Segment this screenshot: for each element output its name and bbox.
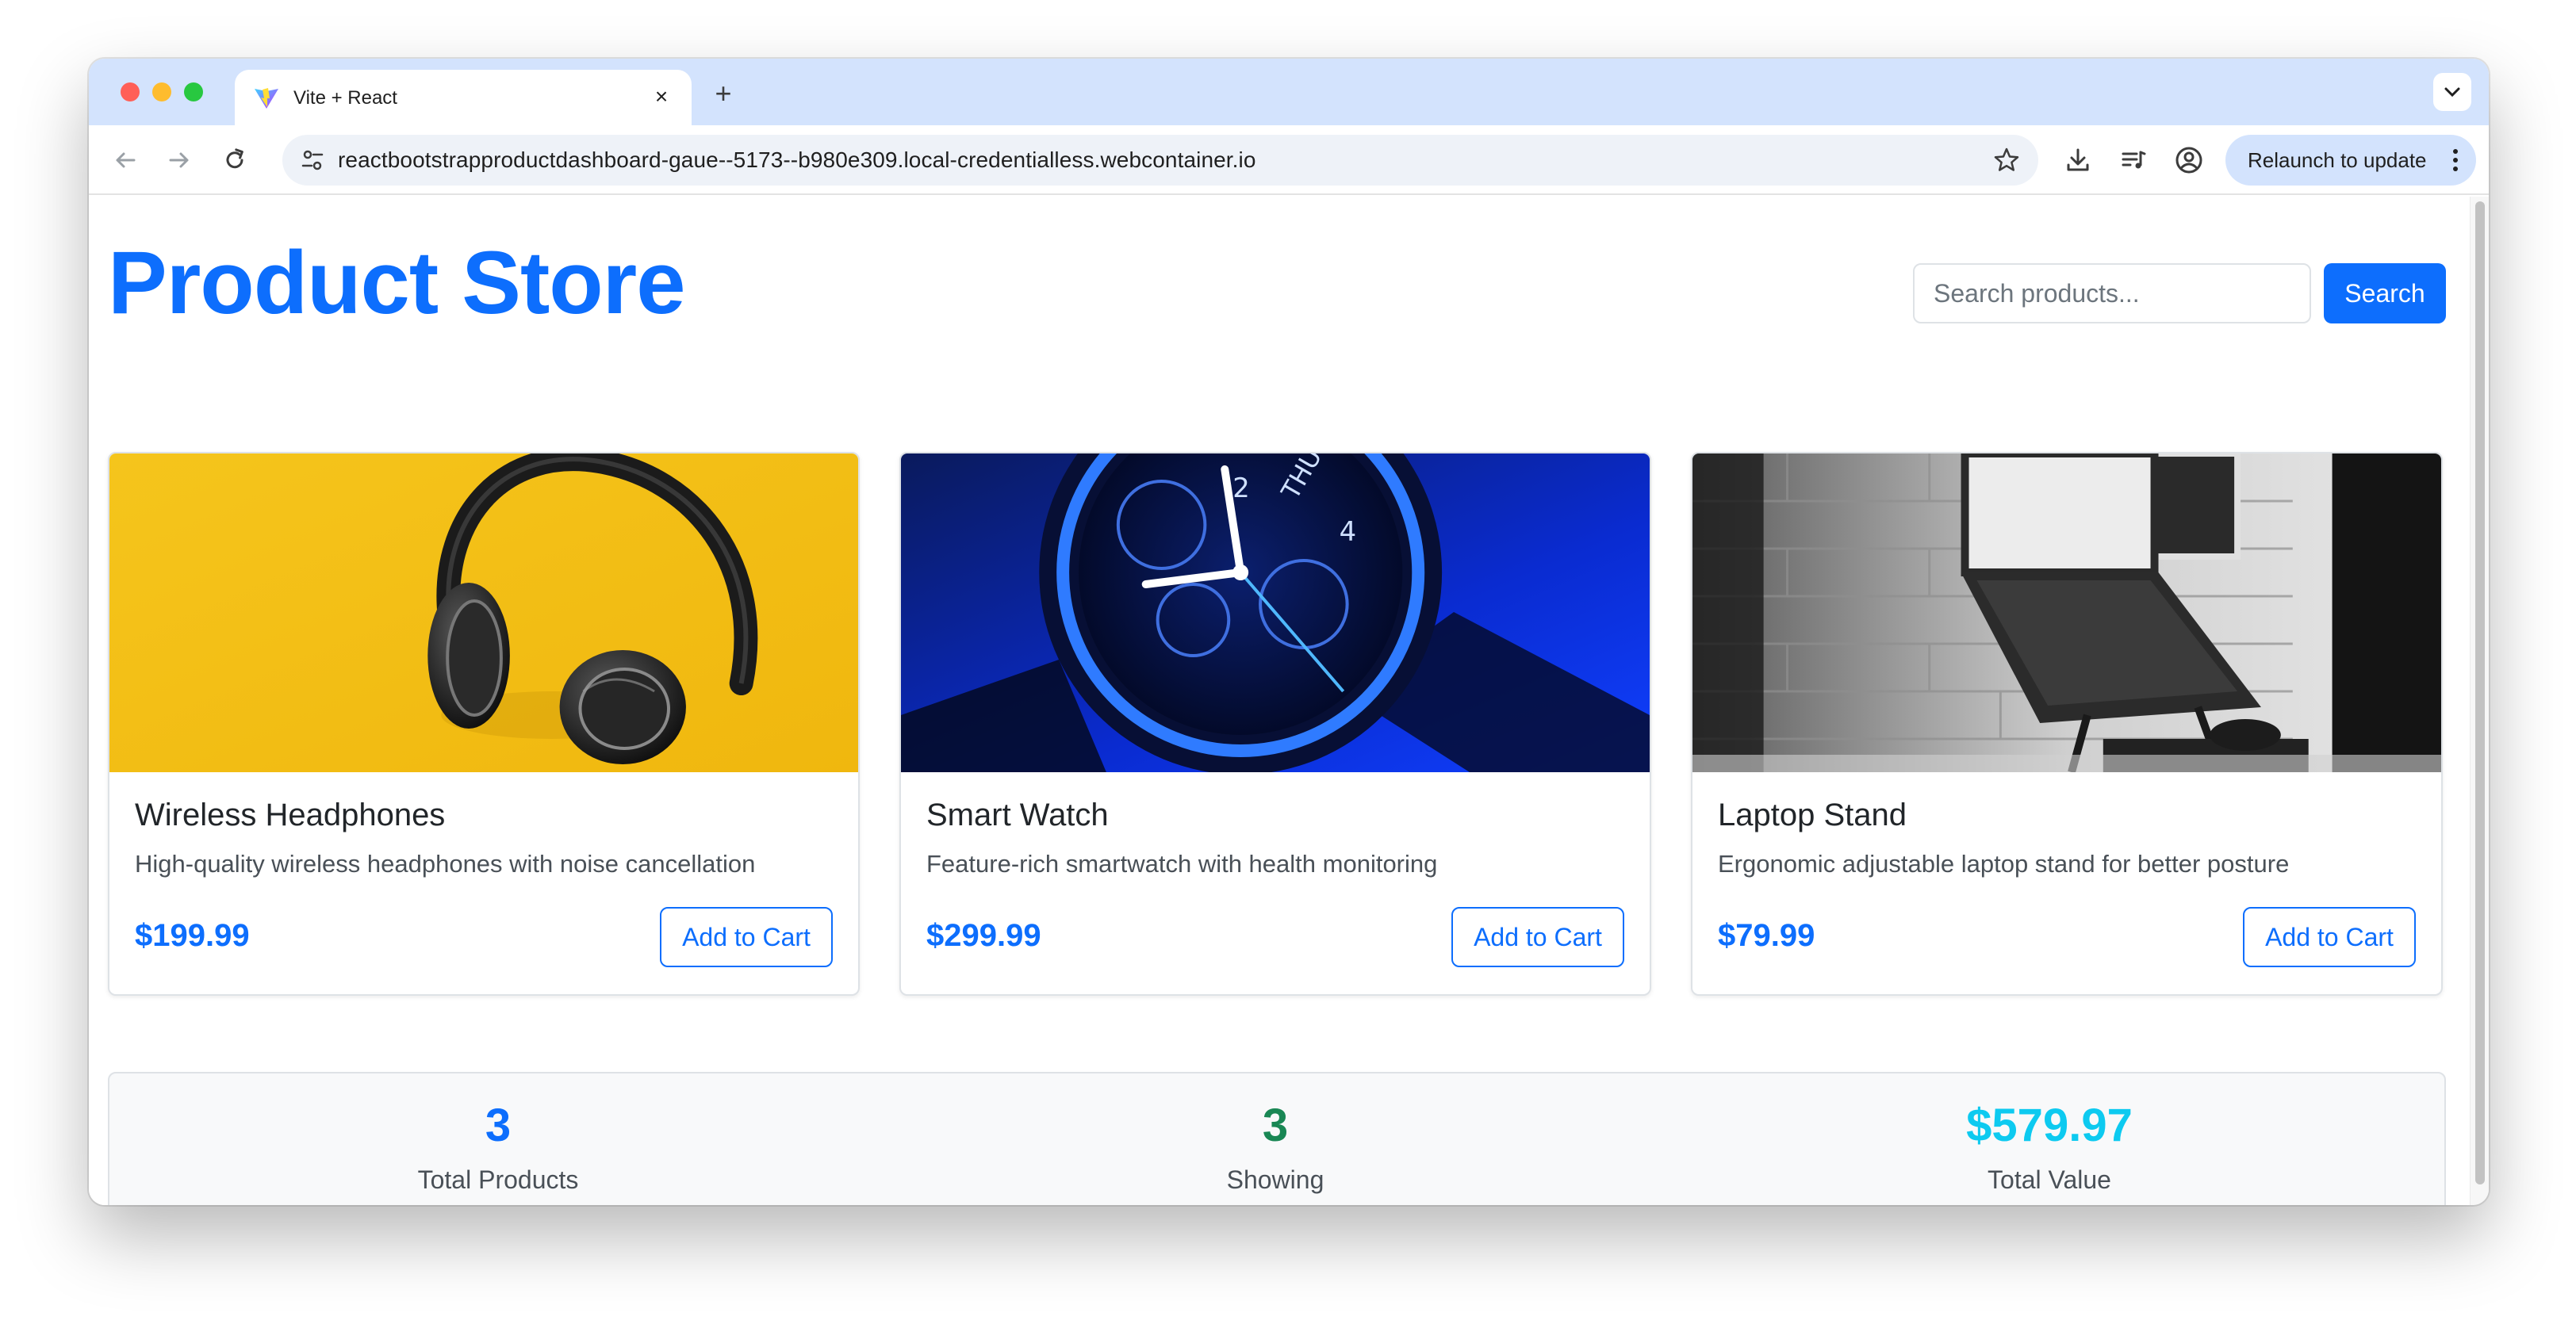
scrollbar-thumb[interactable] [2475,201,2485,1184]
product-description: High-quality wireless headphones with no… [135,850,756,878]
tab-title: Vite + React [293,87,397,109]
minimize-window-button[interactable] [152,82,171,101]
product-card: Wireless Headphones High-quality wireles… [108,452,860,996]
profile-icon[interactable] [2172,143,2206,178]
site-info-icon[interactable] [298,146,327,174]
download-icon[interactable] [2060,143,2095,178]
media-controls-icon[interactable] [2116,143,2151,178]
page-title: Product Store [108,233,686,332]
stat-value: 3 [1262,1100,1289,1151]
page-content: Product Store Search products... Search … [89,197,2470,1205]
search-button[interactable]: Search [2324,263,2446,323]
stat-label: Total Products [417,1165,579,1194]
tab-strip: Vite + React × + [89,59,2489,125]
close-window-button[interactable] [121,82,140,101]
stat-total-value: $579.97 Total Value [1661,1100,2438,1195]
add-to-cart-button[interactable]: Add to Cart [2243,907,2416,967]
back-arrow-icon[interactable] [105,140,146,181]
stats-panel: 3 Total Products 3 Showing $579.97 Total… [108,1072,2446,1205]
search-input[interactable] [1913,263,2311,323]
relaunch-label: Relaunch to update [2248,147,2427,172]
maximize-window-button[interactable] [184,82,203,101]
close-icon[interactable]: × [647,82,676,111]
relaunch-button[interactable]: Relaunch to update [2225,135,2476,186]
product-price: $79.99 [1718,918,1815,953]
product-price: $199.99 [135,918,250,953]
laptop-stand-image [1692,453,2441,772]
stat-label: Total Value [1988,1165,2111,1194]
headphones-image [109,453,858,772]
svg-text:2: 2 [1232,473,1250,503]
stat-value: $579.97 [1966,1100,2133,1151]
svg-text:4: 4 [1340,516,1357,547]
add-to-cart-button[interactable]: Add to Cart [1451,907,1624,967]
product-title: Wireless Headphones [135,798,446,832]
product-description: Feature-rich smartwatch with health moni… [926,850,1438,878]
stat-label: Showing [1226,1165,1324,1194]
scrollbar[interactable] [2470,197,2489,1205]
stat-showing: 3 Showing [887,1100,1664,1195]
bookmark-star-icon[interactable] [1992,146,2021,174]
kebab-menu-icon[interactable] [2449,147,2462,173]
browser-tab[interactable]: Vite + React × [235,70,692,125]
forward-arrow-icon[interactable] [159,140,200,181]
browser-window: Vite + React × + reactbootstrapproductda… [89,59,2489,1205]
plus-icon[interactable]: + [706,76,741,111]
vite-logo-icon [255,88,278,109]
product-description: Ergonomic adjustable laptop stand for be… [1718,850,2290,878]
product-card: THU 9 2 4 Smart Watch Feature-rich smart… [899,452,1651,996]
product-card: Laptop Stand Ergonomic adjustable laptop… [1691,452,2443,996]
product-title: Smart Watch [926,798,1109,832]
stat-value: 3 [485,1100,512,1151]
address-bar[interactable]: reactbootstrapproductdashboard-gaue--517… [282,135,2038,186]
url-text: reactbootstrapproductdashboard-gaue--517… [338,147,1256,172]
reload-icon[interactable] [214,140,255,181]
browser-toolbar: reactbootstrapproductdashboard-gaue--517… [89,125,2489,195]
smartwatch-image: THU 9 2 4 [901,453,1650,772]
add-to-cart-button[interactable]: Add to Cart [660,907,833,967]
product-title: Laptop Stand [1718,798,1907,832]
chevron-down-icon[interactable] [2433,73,2471,111]
stat-total-products: 3 Total Products [109,1100,887,1195]
product-price: $299.99 [926,918,1041,953]
